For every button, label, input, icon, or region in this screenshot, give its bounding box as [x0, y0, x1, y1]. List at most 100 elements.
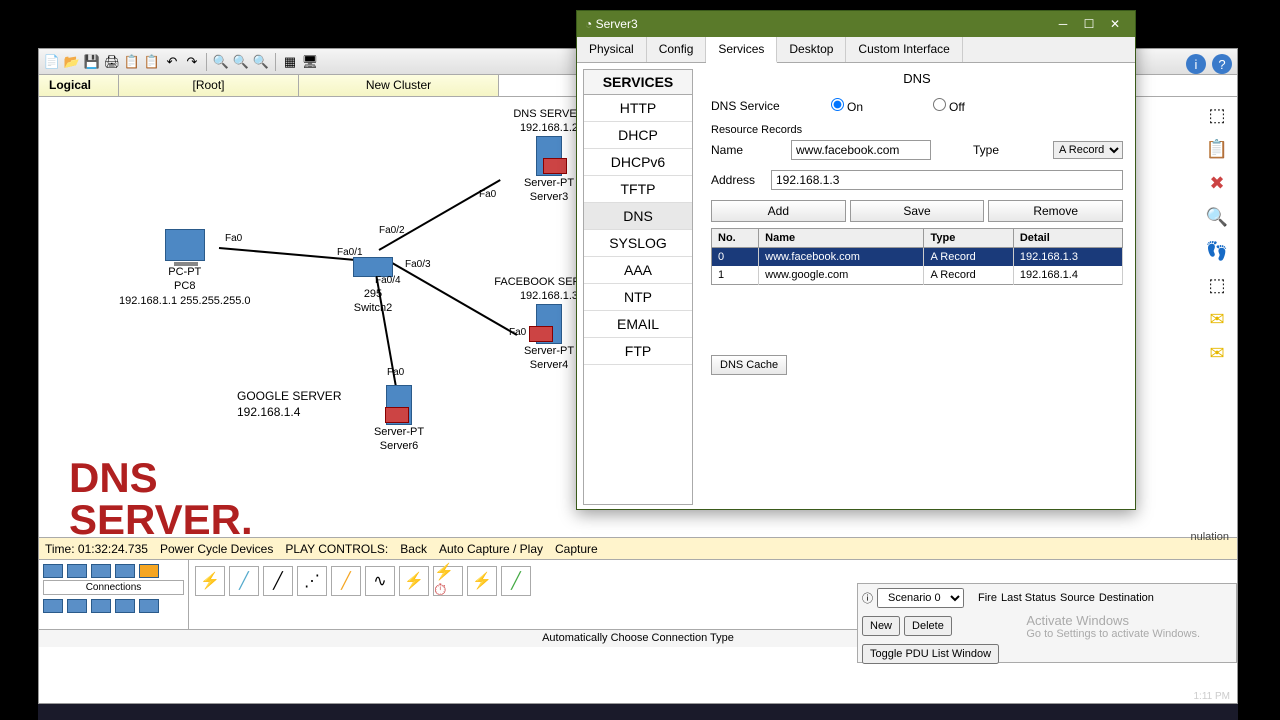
resource-records-label: Resource Records: [711, 124, 1123, 136]
service-dhcp[interactable]: DHCP: [584, 122, 692, 149]
service-tftp[interactable]: TFTP: [584, 176, 692, 203]
back-button[interactable]: Back: [400, 542, 427, 556]
tab-desktop[interactable]: Desktop: [777, 37, 846, 62]
save-icon[interactable]: 💾: [83, 53, 101, 71]
breadcrumb-root[interactable]: [Root]: [119, 75, 299, 96]
device-server6[interactable]: Server-PT Server6: [339, 385, 459, 454]
wireless-category-icon[interactable]: [115, 564, 135, 578]
save-record-button[interactable]: Save: [850, 200, 985, 222]
name-label: Name: [711, 143, 781, 157]
undo-icon[interactable]: ↶: [163, 53, 181, 71]
redo-icon[interactable]: ↷: [183, 53, 201, 71]
service-email[interactable]: EMAIL: [584, 311, 692, 338]
print-icon[interactable]: 🖨: [103, 53, 121, 71]
remove-record-button[interactable]: Remove: [988, 200, 1123, 222]
coax-cable-icon[interactable]: ⚡: [399, 566, 429, 596]
add-record-button[interactable]: Add: [711, 200, 846, 222]
paste-icon[interactable]: 📋: [143, 53, 161, 71]
google-server-label: GOOGLE SERVER 192.168.1.4: [237, 389, 341, 420]
service-syslog[interactable]: SYSLOG: [584, 230, 692, 257]
service-dhcpv6[interactable]: DHCPv6: [584, 149, 692, 176]
pc-category-icon[interactable]: [43, 599, 63, 613]
tab-physical[interactable]: Physical: [577, 37, 647, 62]
connection-category-icon[interactable]: [139, 564, 159, 578]
serial-dce-icon[interactable]: ⚡⏱: [433, 566, 463, 596]
server-category-icon[interactable]: [67, 599, 87, 613]
table-row[interactable]: 1 www.google.com A Record 192.168.1.4: [712, 266, 1123, 285]
port-fa02: Fa0/2: [379, 225, 405, 236]
simple-pdu-icon[interactable]: ✉: [1205, 309, 1229, 333]
delete-tool-icon[interactable]: ✖: [1205, 173, 1229, 197]
hub-category-icon[interactable]: [91, 564, 111, 578]
dns-off-radio[interactable]: [933, 98, 946, 111]
dns-records-table[interactable]: No. Name Type Detail 0 www.facebook.com …: [711, 228, 1123, 285]
new-cluster-button[interactable]: New Cluster: [299, 75, 499, 96]
octal-cable-icon[interactable]: ╱: [501, 566, 531, 596]
tab-custom-interface[interactable]: Custom Interface: [846, 37, 962, 62]
windows-taskbar[interactable]: [38, 704, 1238, 720]
note-tool-icon[interactable]: 📋: [1205, 139, 1229, 163]
crossover-cable-icon[interactable]: ⋰: [297, 566, 327, 596]
zoom-reset-icon[interactable]: 🔍: [232, 53, 250, 71]
tab-config[interactable]: Config: [647, 37, 707, 62]
scenario-dropdown[interactable]: Scenario 0: [877, 588, 964, 608]
port-label: Fa0: [509, 327, 526, 338]
port-fa01: Fa0/1: [337, 247, 363, 258]
info-button-icon[interactable]: i: [1186, 54, 1206, 74]
dialog-icon: ◔: [585, 17, 592, 31]
select-tool-icon[interactable]: ⬚: [1205, 105, 1229, 129]
complex-pdu-icon[interactable]: ✉: [1205, 343, 1229, 367]
zoom-out-icon[interactable]: 🔍: [252, 53, 270, 71]
scenario-new-button[interactable]: New: [862, 616, 900, 636]
fiber-cable-icon[interactable]: ╱: [331, 566, 361, 596]
service-ftp[interactable]: FTP: [584, 338, 692, 365]
resize-tool-icon[interactable]: 👣: [1205, 241, 1229, 265]
multiuser-category-icon[interactable]: [139, 599, 159, 613]
record-type-select[interactable]: A Record: [1053, 141, 1123, 159]
custom-category-icon[interactable]: [115, 599, 135, 613]
service-http[interactable]: HTTP: [584, 95, 692, 122]
destination-header: Destination: [1099, 592, 1154, 604]
auto-connect-icon[interactable]: ⚡: [195, 566, 225, 596]
draw-tool-icon[interactable]: ⬚: [1205, 275, 1229, 299]
cloud-category-icon[interactable]: [91, 599, 111, 613]
record-address-input[interactable]: [771, 170, 1123, 190]
service-ntp[interactable]: NTP: [584, 284, 692, 311]
col-detail: Detail: [1013, 229, 1122, 248]
play-controls-label: PLAY CONTROLS:: [285, 542, 388, 556]
dns-cache-button[interactable]: DNS Cache: [711, 355, 787, 375]
dialog-titlebar[interactable]: ◔ Server3 ─ ☐ ✕: [577, 11, 1135, 37]
console-cable-icon[interactable]: ╱: [229, 566, 259, 596]
minimize-icon[interactable]: ─: [1051, 14, 1075, 34]
help-button-icon[interactable]: ?: [1212, 54, 1232, 74]
info-icon[interactable]: ⓘ: [862, 590, 873, 606]
table-row[interactable]: 0 www.facebook.com A Record 192.168.1.3: [712, 248, 1123, 267]
service-aaa[interactable]: AAA: [584, 257, 692, 284]
system-clock: 1:11 PM: [1194, 691, 1231, 702]
straight-cable-icon[interactable]: ╱: [263, 566, 293, 596]
toggle-pdu-button[interactable]: Toggle PDU List Window: [862, 644, 999, 664]
new-file-icon[interactable]: 📄: [43, 53, 61, 71]
switch-category-icon[interactable]: [67, 564, 87, 578]
maximize-icon[interactable]: ☐: [1077, 14, 1101, 34]
zoom-in-icon[interactable]: 🔍: [212, 53, 230, 71]
custom-device-icon[interactable]: 🖥: [301, 53, 319, 71]
palette-icon[interactable]: ▦: [281, 53, 299, 71]
auto-capture-button[interactable]: Auto Capture / Play: [439, 542, 543, 556]
copy-icon[interactable]: 📋: [123, 53, 141, 71]
record-name-input[interactable]: [791, 140, 931, 160]
windows-watermark: Activate Windows Go to Settings to activ…: [1026, 613, 1200, 640]
dns-on-radio[interactable]: [831, 98, 844, 111]
router-category-icon[interactable]: [43, 564, 63, 578]
service-dns[interactable]: DNS: [584, 203, 692, 230]
view-logical-tab[interactable]: Logical: [39, 75, 119, 96]
tab-services[interactable]: Services: [706, 37, 777, 63]
power-cycle-button[interactable]: Power Cycle Devices: [160, 542, 273, 556]
close-icon[interactable]: ✕: [1103, 14, 1127, 34]
serial-dte-icon[interactable]: ⚡: [467, 566, 497, 596]
capture-button[interactable]: Capture: [555, 542, 598, 556]
phone-cable-icon[interactable]: ∿: [365, 566, 395, 596]
open-icon[interactable]: 📂: [63, 53, 81, 71]
inspect-tool-icon[interactable]: 🔍: [1205, 207, 1229, 231]
scenario-delete-button[interactable]: Delete: [904, 616, 952, 636]
